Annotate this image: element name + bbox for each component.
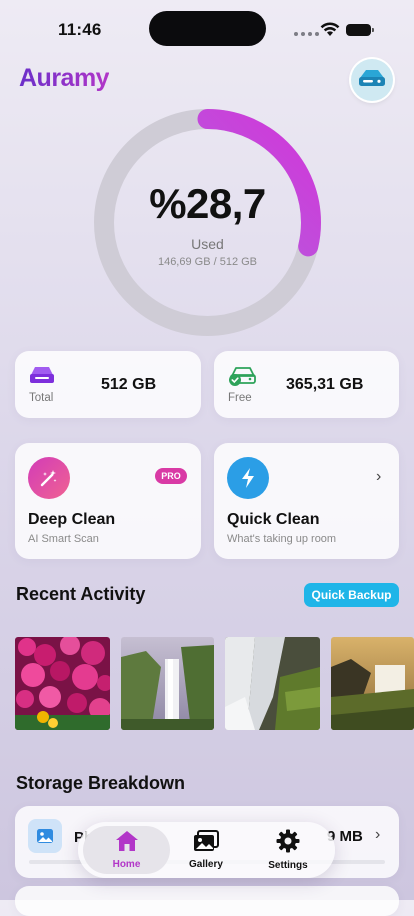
nav-gallery[interactable]: Gallery (166, 826, 246, 874)
free-label: Free (228, 392, 252, 404)
quick-clean-title: Quick Clean (227, 511, 320, 528)
nav-home-label: Home (112, 859, 141, 870)
total-label: Total (29, 392, 54, 404)
profile-avatar-button[interactable] (351, 59, 393, 101)
usage-detail: 146,69 GB / 512 GB (157, 256, 258, 268)
deep-clean-title: Deep Clean (28, 511, 116, 528)
total-storage-card: Total 512 GB (15, 351, 201, 418)
nav-gallery-label: Gallery (189, 859, 223, 870)
storage-breakdown-title: Storage Breakdown (16, 773, 186, 793)
recent-photo-waterfall-3[interactable] (331, 637, 414, 730)
gear-icon (276, 829, 300, 858)
magic-wand-icon (28, 457, 70, 499)
bottom-nav: Home Gallery Settings (78, 822, 335, 878)
nav-settings-label: Settings (268, 860, 308, 871)
nav-home[interactable]: Home (83, 826, 170, 874)
wifi-icon (320, 22, 340, 42)
free-storage-card: Free 365,31 GB (214, 351, 399, 418)
home-icon (115, 830, 139, 857)
quick-clean-subtitle: What's taking up room (227, 533, 337, 545)
photo-icon (28, 819, 62, 853)
status-bar: 11:46 (0, 0, 414, 54)
cellular-signal-icon (294, 32, 319, 36)
dynamic-island (149, 11, 266, 46)
chevron-right-icon: › (376, 468, 382, 485)
deep-clean-card[interactable]: PRO Deep Clean AI Smart Scan (15, 443, 201, 559)
drive-check-icon (228, 365, 256, 392)
drive-avatar-icon (358, 69, 386, 92)
free-value: 365,31 GB (286, 376, 364, 393)
drive-icon (29, 365, 55, 390)
quick-clean-card[interactable]: › Quick Clean What's taking up room (214, 443, 399, 559)
usage-label: Used (191, 236, 224, 252)
battery-icon (346, 24, 374, 36)
quick-backup-button[interactable]: Quick Backup (304, 583, 399, 607)
usage-percent: %28,7 (149, 180, 266, 227)
gallery-icon (193, 830, 219, 857)
recent-activity-title: Recent Activity (16, 584, 146, 604)
app-logo-text: Auramy (19, 64, 110, 92)
pro-badge: PRO (155, 468, 187, 484)
total-value: 512 GB (101, 376, 157, 393)
lightning-icon (227, 457, 269, 499)
recent-photo-waterfall-2[interactable] (225, 637, 320, 730)
nav-settings[interactable]: Settings (248, 826, 328, 874)
recent-photo-waterfall-1[interactable] (121, 637, 214, 730)
deep-clean-subtitle: AI Smart Scan (28, 533, 99, 545)
chevron-right-icon: › (375, 826, 381, 843)
recent-photo-flowers[interactable] (15, 637, 110, 730)
status-time: 11:46 (58, 20, 102, 39)
storage-row-next[interactable] (15, 886, 399, 916)
